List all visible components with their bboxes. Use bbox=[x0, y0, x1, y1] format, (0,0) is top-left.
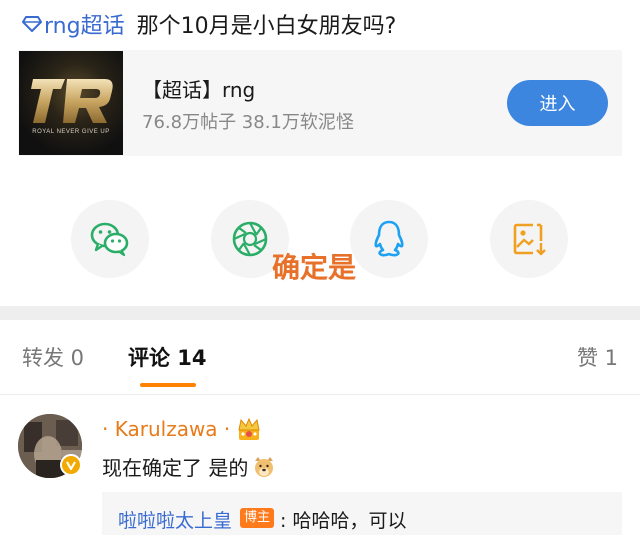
super-topic-card[interactable]: ROYAL NEVER GIVE UP 【超话】rng 76.8万帖子 38.1… bbox=[18, 50, 622, 156]
wechat-icon bbox=[90, 222, 129, 257]
verified-badge-icon bbox=[60, 454, 82, 476]
moments-icon bbox=[232, 221, 268, 257]
topic-name: 【超话】rng bbox=[142, 78, 256, 102]
crown-badge-icon bbox=[238, 417, 260, 440]
comment-body: 现在确定了 是的 bbox=[102, 452, 276, 481]
comment-text: 现在确定了 是的 bbox=[102, 456, 249, 480]
commenter-name[interactable]: · Karulzawa · bbox=[102, 417, 230, 441]
reply-username[interactable]: 啦啦啦太上皇 bbox=[118, 506, 232, 533]
reply-text: : 哈哈哈，可以 bbox=[280, 510, 407, 532]
topic-link-label: rng超话 bbox=[44, 14, 125, 39]
author-badge: 博主 bbox=[240, 508, 275, 528]
tab-like[interactable]: 赞 1 bbox=[577, 342, 618, 372]
share-wechat-button[interactable] bbox=[71, 200, 149, 278]
logo-caption: ROYAL NEVER GIVE UP bbox=[32, 129, 110, 135]
reply-preview[interactable]: 啦啦啦太上皇 博主 : 哈哈哈，可以 bbox=[102, 492, 622, 535]
post-title-row: rng超话 那个10月是小白女朋友吗? bbox=[22, 6, 396, 42]
share-qq-button[interactable] bbox=[350, 200, 428, 278]
rng-logo: ROYAL NEVER GIVE UP bbox=[19, 51, 123, 155]
topic-stats: 76.8万帖子 38.1万软泥怪 bbox=[142, 112, 354, 133]
commenter-row: · Karulzawa · bbox=[102, 416, 262, 442]
save-image-button[interactable] bbox=[490, 200, 568, 278]
active-tab-indicator bbox=[140, 383, 196, 387]
qq-icon bbox=[374, 220, 404, 257]
section-divider bbox=[0, 306, 640, 320]
save-image-icon bbox=[513, 223, 546, 256]
tab-comment[interactable]: 评论 14 bbox=[128, 342, 207, 372]
overlay-annotation: 确定是 bbox=[272, 251, 357, 284]
post-title: 那个10月是小白女朋友吗? bbox=[136, 14, 397, 39]
diamond-icon bbox=[22, 16, 42, 32]
topic-link[interactable]: rng超话 bbox=[22, 8, 125, 40]
tab-repost[interactable]: 转发 0 bbox=[22, 342, 84, 372]
tab-divider bbox=[0, 394, 640, 395]
enter-button[interactable]: 进入 bbox=[507, 80, 608, 126]
doge-emoji-icon bbox=[255, 456, 274, 477]
